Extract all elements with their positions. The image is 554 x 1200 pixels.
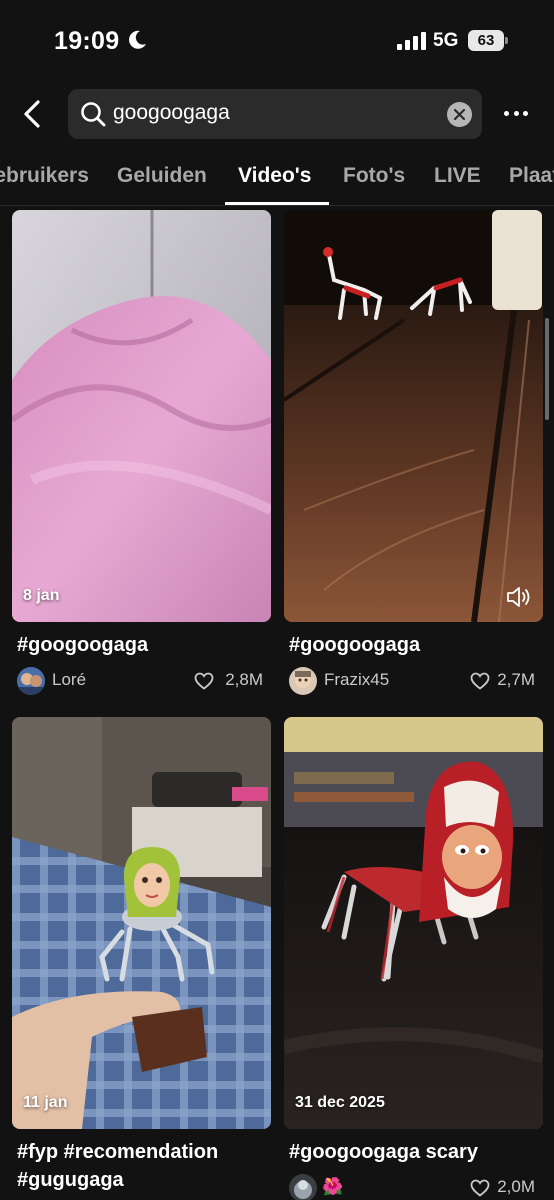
video-meta: Frazix45 2,7M xyxy=(284,666,543,696)
chevron-left-icon xyxy=(24,100,40,128)
more-dot-icon xyxy=(523,110,528,116)
network-type: 5G xyxy=(433,30,459,51)
avatar[interactable] xyxy=(17,667,45,695)
tab-live[interactable]: LIVE xyxy=(434,164,481,188)
video-thumbnail-1[interactable]: 8 jan xyxy=(12,210,271,622)
active-tab-indicator xyxy=(225,202,329,205)
tab-gebruikers[interactable]: Gebruikers xyxy=(0,164,89,188)
battery-level: 63 xyxy=(468,30,504,51)
status-bar: 19:09 5G 63 xyxy=(0,0,554,84)
avatar[interactable] xyxy=(289,667,317,695)
video-thumbnail-2[interactable] xyxy=(284,210,543,622)
username[interactable]: 🌺 xyxy=(322,1177,343,1197)
close-icon xyxy=(454,109,465,120)
search-input[interactable]: googoogaga xyxy=(68,89,482,139)
video-date: 11 jan xyxy=(23,1094,68,1111)
scrollbar[interactable] xyxy=(545,318,549,420)
back-button[interactable] xyxy=(14,94,50,134)
signal-icon xyxy=(397,32,426,50)
search-tabs: Gebruikers Geluiden Video's Foto's LIVE … xyxy=(0,152,554,206)
video-date: 31 dec 2025 xyxy=(295,1094,385,1111)
more-options-button[interactable] xyxy=(498,98,534,128)
video-frame xyxy=(284,717,543,1129)
tab-geluiden[interactable]: Geluiden xyxy=(117,164,207,188)
moon-icon xyxy=(129,30,146,49)
heart-icon xyxy=(470,1179,490,1197)
search-query[interactable]: googoogaga xyxy=(113,101,230,125)
heart-icon xyxy=(470,672,490,690)
speaker-icon[interactable] xyxy=(505,584,531,610)
username[interactable]: Loré xyxy=(52,670,86,690)
search-header: googoogaga xyxy=(0,84,554,146)
avatar[interactable] xyxy=(289,1174,317,1200)
video-date: 8 jan xyxy=(23,587,60,604)
status-time: 19:09 xyxy=(54,27,120,55)
video-thumbnail-4[interactable]: 31 dec 2025 xyxy=(284,717,543,1129)
video-caption[interactable]: #fyp #recomendation #gugugaga xyxy=(17,1138,277,1194)
video-frame xyxy=(12,717,271,1129)
search-icon xyxy=(81,102,106,127)
username[interactable]: Frazix45 xyxy=(324,670,389,690)
video-meta: 🌺 2,0M xyxy=(284,1173,543,1200)
video-thumbnail-3[interactable]: 11 jan xyxy=(12,717,271,1129)
like-count: 2,7M xyxy=(497,670,535,689)
heart-icon xyxy=(194,672,214,690)
tab-fotos[interactable]: Foto's xyxy=(343,164,405,188)
video-frame xyxy=(284,210,543,622)
tab-videos[interactable]: Video's xyxy=(238,164,311,188)
video-caption[interactable]: #googoogaga scary xyxy=(289,1138,551,1166)
clear-search-button[interactable] xyxy=(447,102,472,127)
video-meta: Loré 2,8M xyxy=(12,666,271,696)
battery-icon: 63 xyxy=(468,30,508,51)
video-caption[interactable]: #googoogaga xyxy=(289,631,551,659)
like-count: 2,0M xyxy=(497,1177,535,1196)
tab-plaatsen[interactable]: Plaatsen xyxy=(509,164,554,188)
like-count: 2,8M xyxy=(225,670,263,689)
video-frame xyxy=(12,210,271,622)
battery-tip xyxy=(505,37,508,44)
more-dot-icon xyxy=(504,110,509,116)
more-dot-icon xyxy=(513,110,519,116)
video-caption[interactable]: #googoogaga xyxy=(17,631,279,659)
